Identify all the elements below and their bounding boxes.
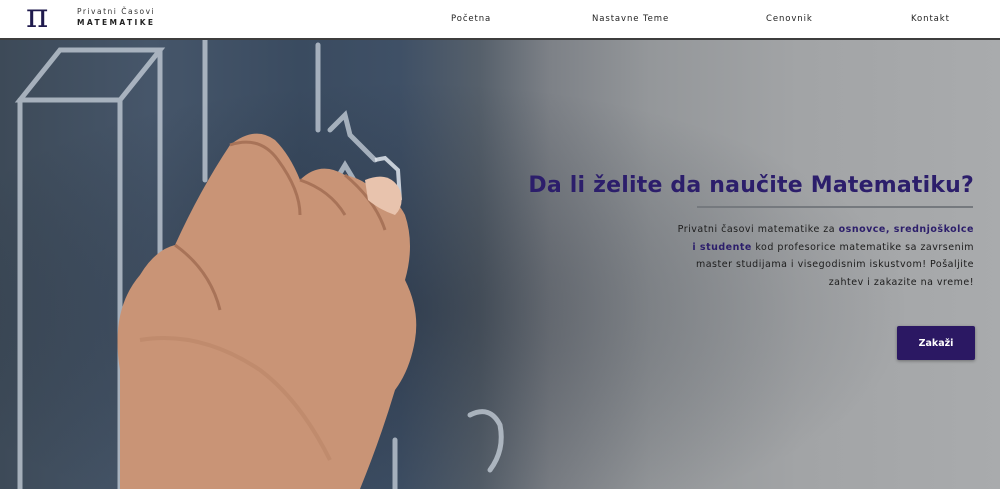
pi-icon: π: [26, 0, 49, 36]
nav-item-nastavne-teme[interactable]: Nastavne Teme: [592, 14, 669, 24]
nav-item-kontakt[interactable]: Kontakt: [911, 14, 950, 24]
nav-item-pocetna[interactable]: Početna: [451, 14, 491, 24]
hero-description: Privatni časovi matematike za osnovce, s…: [674, 221, 974, 291]
nav-item-cenovnik[interactable]: Cenovnik: [766, 14, 813, 24]
logo-subtitle: Privatni Časovi: [77, 7, 156, 16]
zakazi-button[interactable]: Zakaži: [897, 326, 975, 360]
hero-headline: Da li želite da naučite Matematiku?: [528, 173, 974, 198]
site-header: π Privatni Časovi MATEMATIKE Početna Nas…: [0, 0, 1000, 40]
headline-divider: [697, 206, 973, 208]
logo-title: MATEMATIKE: [77, 18, 156, 27]
site-logo[interactable]: π Privatni Časovi MATEMATIKE: [26, 0, 156, 37]
hero-text-intro: Privatni časovi matematike za: [677, 224, 839, 235]
hero-section: Da li želite da naučite Matematiku? Priv…: [0, 40, 1000, 489]
